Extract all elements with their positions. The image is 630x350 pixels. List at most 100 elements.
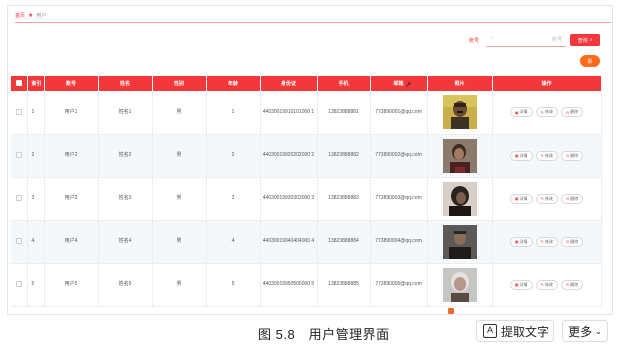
cell-name: 姓名1	[98, 91, 153, 135]
detail-button[interactable]: ▣ 详情	[509, 279, 533, 290]
delete-label: 删除	[570, 238, 579, 244]
detail-icon: ▣	[514, 109, 519, 115]
edit-label: 修改	[544, 152, 553, 158]
scrollbar-icon[interactable]	[448, 308, 454, 314]
row-checkbox[interactable]	[15, 280, 22, 287]
detail-icon: ▣	[514, 239, 519, 244]
row-select[interactable]	[11, 263, 28, 307]
row-checkbox[interactable]	[15, 151, 22, 158]
edit-button[interactable]: ✎ 修改	[535, 193, 558, 204]
cell-actions: ▣ 详情 ✎ 修改 ⊖ 删除	[492, 134, 602, 178]
delete-button[interactable]: ⊖ 删除	[560, 193, 584, 204]
column-header: 身份证	[260, 76, 318, 91]
cell-age: 3	[206, 177, 261, 221]
column-header: 年龄	[206, 76, 261, 91]
cell-idcard: 44030019920202000 2	[260, 134, 318, 178]
detail-label: 详情	[519, 195, 528, 201]
row-select[interactable]	[11, 177, 28, 221]
cell-age: 1	[206, 91, 261, 135]
search-button-label: 查询	[577, 37, 588, 44]
chevron-down-icon: ⌄	[595, 326, 602, 336]
cell-age: 2	[206, 134, 261, 178]
cell-email: 773890002@qq.com	[370, 134, 428, 178]
detail-button[interactable]: ▣ 详情	[509, 193, 533, 204]
detail-button[interactable]: ▣ 详情	[509, 150, 533, 161]
row-select[interactable]	[11, 134, 28, 178]
extract-text-label: 提取文字	[501, 324, 550, 339]
admin-page: 首页 ★ 用户 账号 ○ 查询 ⌕ 新 索引 账号	[7, 5, 613, 315]
cell-idcard: 44030019910101000 1	[260, 91, 318, 135]
table-row[interactable]: 5 用户5 姓名5 男 5 44030019950505000 5 13823888885 7…	[11, 263, 602, 307]
text-extract-icon: A	[483, 324, 497, 338]
more-button[interactable]: 更多 ⌄	[562, 320, 608, 342]
row-checkbox[interactable]	[15, 237, 22, 244]
detail-button[interactable]: ▣ 详情	[509, 107, 533, 118]
cell-actions: ▣ 详情 ✎ 修改 ⊖ 删除	[492, 91, 602, 135]
edit-button[interactable]: ✎ 修改	[535, 236, 558, 247]
trash-icon: ⊖	[565, 282, 570, 287]
search-button[interactable]: 查询 ⌕	[570, 34, 600, 46]
user-photo	[442, 138, 477, 173]
row-actions: ▣ 详情 ✎ 修改 ⊖ 删除	[495, 279, 599, 290]
edit-button[interactable]: ✎ 修改	[535, 150, 558, 161]
cell-idcard: 44030019940404000 4	[260, 220, 318, 264]
table-row[interactable]: 2 用户2 姓名2 男 2 44030019920202000 2 13823888882 7…	[11, 134, 602, 178]
column-header: 索引	[27, 76, 45, 91]
cell-phone: 13823888884	[317, 220, 371, 264]
cell-gender: 男	[152, 263, 207, 307]
delete-label: 删除	[570, 152, 579, 158]
cell-email: 773890001@qq.com	[370, 91, 428, 135]
column-header: 操作	[492, 76, 602, 91]
row-checkbox[interactable]	[15, 108, 22, 115]
cell-gender: 男	[152, 220, 207, 264]
breadcrumb-separator-icon: ★	[28, 12, 34, 19]
cell-index: 2	[27, 134, 45, 178]
detail-icon: ▣	[514, 196, 519, 201]
row-actions: ▣ 详情 ✎ 修改 ⊖ 删除	[495, 193, 599, 204]
detail-label: 详情	[519, 109, 528, 115]
add-button[interactable]: 新	[580, 55, 600, 67]
search-input[interactable]	[498, 36, 562, 44]
cell-index: 1	[27, 91, 45, 135]
table-row[interactable]: 1 用户1 姓名1 男 1 44030019910101000 1 13823888881 7…	[11, 91, 602, 135]
user-photo	[442, 95, 477, 130]
cell-index: 5	[27, 263, 45, 307]
cell-email: 773890004@qq.com	[370, 220, 428, 264]
delete-button[interactable]: ⊖ 删除	[560, 236, 584, 247]
breadcrumb: 首页 ★ 用户	[15, 12, 46, 20]
breadcrumb-home[interactable]: 首页	[15, 12, 25, 19]
column-header: 邮箱	[370, 76, 428, 91]
user-table: 索引 账号 姓名 性别 年龄 身份证 手机 邮箱 照片 操作 1 用户1 姓名1 男 1…	[11, 76, 602, 307]
cell-index: 3	[27, 177, 45, 221]
row-select[interactable]	[11, 220, 28, 264]
edit-button[interactable]: ✎ 修改	[535, 107, 558, 118]
cell-idcard: 44030019950505000 5	[260, 263, 318, 307]
breadcrumb-divider	[15, 22, 611, 23]
cell-gender: 男	[152, 91, 207, 135]
edit-button[interactable]: ✎ 修改	[535, 279, 558, 290]
trash-icon: ⊖	[565, 153, 570, 158]
delete-button[interactable]: ⊖ 删除	[560, 107, 584, 118]
cell-photo	[427, 177, 493, 221]
table-row[interactable]: 4 用户4 姓名4 男 4 44030019940404000 4 13823888884 7…	[11, 220, 602, 264]
delete-button[interactable]: ⊖ 删除	[560, 150, 584, 161]
table-row[interactable]: 3 用户3 姓名3 男 3 44030019930303000 3 13823888883 7…	[11, 177, 602, 221]
select-all-checkbox[interactable]	[15, 80, 22, 87]
cell-actions: ▣ 详情 ✎ 修改 ⊖ 删除	[492, 177, 602, 221]
edit-icon: ✎	[540, 109, 544, 115]
row-select[interactable]	[11, 91, 28, 135]
delete-button[interactable]: ⊖ 删除	[560, 279, 584, 290]
extract-text-button[interactable]: A 提取文字	[476, 320, 554, 342]
cell-photo	[427, 134, 493, 178]
cell-photo	[427, 91, 493, 135]
row-actions: ▣ 详情 ✎ 修改 ⊖ 删除	[495, 236, 599, 247]
account-icon: ○	[490, 35, 494, 41]
cell-age: 5	[206, 263, 261, 307]
detail-button[interactable]: ▣ 详情	[509, 236, 533, 247]
edit-icon: ✎	[540, 282, 544, 287]
detail-icon: ▣	[514, 282, 519, 287]
search-field[interactable]: ○	[486, 33, 566, 47]
delete-label: 删除	[570, 195, 579, 201]
row-checkbox[interactable]	[15, 194, 22, 201]
select-all-header[interactable]	[11, 76, 28, 91]
